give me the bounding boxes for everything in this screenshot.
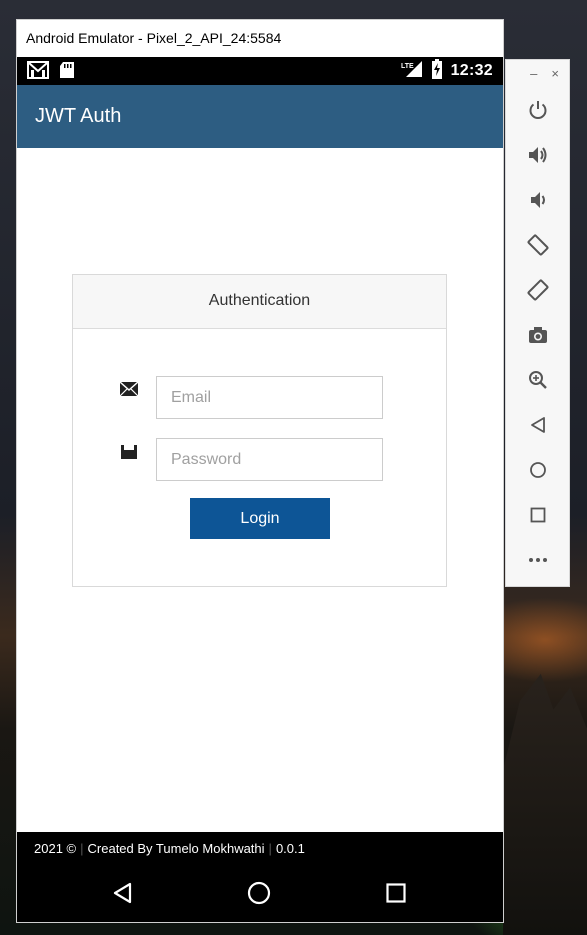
lte-signal-icon: LTE — [401, 60, 423, 83]
footer-separator: | — [268, 841, 272, 856]
lock-icon — [119, 442, 139, 460]
back-icon[interactable] — [526, 413, 550, 437]
close-button[interactable]: × — [551, 66, 559, 81]
footer-version: 0.0.1 — [275, 841, 305, 856]
overview-icon[interactable] — [526, 503, 550, 527]
window-title-bar: Android Emulator - Pixel_2_API_24:5584 — [17, 20, 503, 57]
card-title: Authentication — [208, 292, 311, 309]
status-time: 12:32 — [450, 62, 493, 79]
more-icon[interactable] — [526, 548, 550, 572]
minimize-button[interactable]: – — [530, 66, 537, 81]
power-icon[interactable] — [526, 98, 550, 122]
volume-down-icon[interactable] — [526, 188, 550, 212]
card-header: Authentication — [73, 275, 446, 329]
footer-author: Created By Tumelo Mokhwathi — [87, 841, 265, 856]
app-footer: 2021 © | Created By Tumelo Mokhwathi | 0.0.1 — [17, 832, 503, 866]
zoom-icon[interactable] — [526, 368, 550, 392]
back-icon[interactable] — [108, 878, 138, 908]
window-title: Android Emulator - Pixel_2_API_24:5584 — [26, 30, 282, 46]
login-button[interactable]: Login — [190, 498, 330, 539]
rotate-left-icon[interactable] — [526, 233, 550, 257]
home-icon[interactable] — [526, 458, 550, 482]
password-field[interactable] — [156, 438, 383, 481]
envelope-icon — [119, 380, 139, 398]
rotate-right-icon[interactable] — [526, 278, 550, 302]
lte-label: LTE — [401, 63, 414, 70]
battery-charging-icon — [431, 58, 443, 84]
recents-icon[interactable] — [381, 878, 411, 908]
gmail-icon — [27, 61, 49, 84]
footer-year: 2021 © — [34, 841, 77, 856]
android-nav-bar — [17, 866, 503, 922]
android-status-bar: LTE 12:32 — [17, 57, 503, 85]
email-row — [73, 376, 446, 419]
app-title: JWT Auth — [35, 105, 122, 127]
email-field[interactable] — [156, 376, 383, 419]
emulator-side-toolbar: – × — [505, 59, 570, 587]
volume-up-icon[interactable] — [526, 143, 550, 167]
app-toolbar: JWT Auth — [17, 85, 503, 148]
emulator-window: Android Emulator - Pixel_2_API_24:5584 L… — [17, 20, 503, 922]
app-content: Authentication Login — [17, 148, 503, 832]
footer-separator: | — [80, 841, 84, 856]
password-row — [73, 438, 446, 481]
sd-card-icon — [59, 61, 75, 84]
camera-icon[interactable] — [526, 323, 550, 347]
home-icon[interactable] — [244, 878, 274, 908]
auth-card: Authentication Login — [72, 274, 447, 587]
